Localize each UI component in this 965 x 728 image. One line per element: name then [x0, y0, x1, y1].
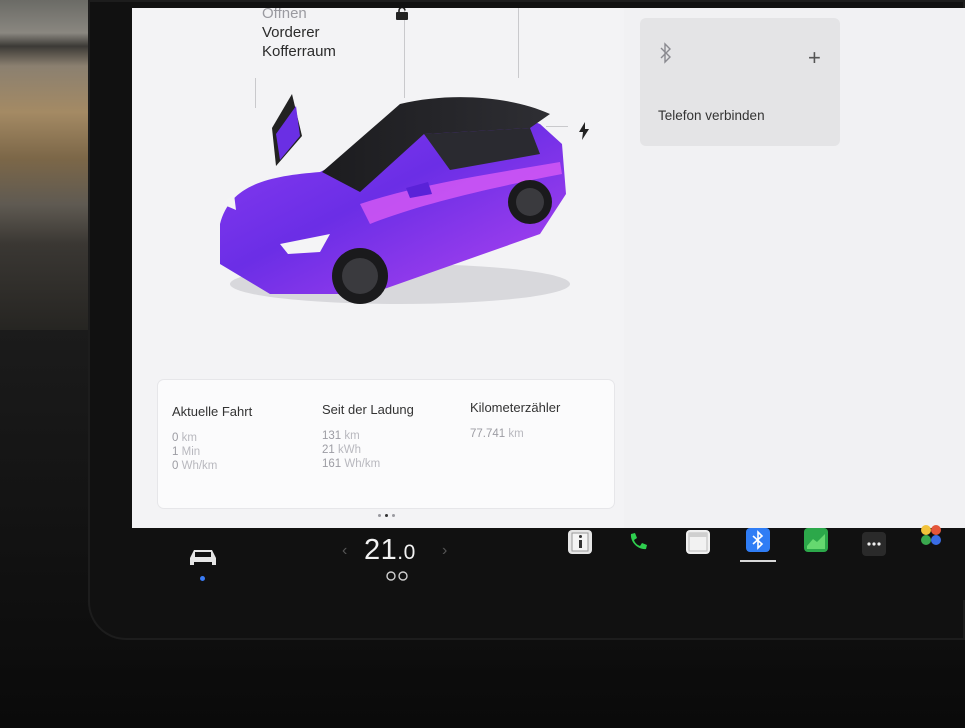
- lock-icon[interactable]: [395, 8, 409, 20]
- open-frunk-button[interactable]: Öffnen Vorderer Kofferraum: [262, 8, 336, 61]
- temp-increase-button[interactable]: ›: [442, 542, 447, 560]
- bluetooth-icon: [660, 42, 671, 64]
- temp-decimal: .0: [397, 541, 416, 564]
- since-charge-energy: 21: [322, 444, 335, 456]
- current-trip-energy: 0: [172, 460, 179, 472]
- frunk-label-line2: Kofferraum: [262, 43, 336, 60]
- temp-decrease-button[interactable]: ‹: [342, 542, 347, 560]
- since-charge-efficiency-unit: Wh/km: [344, 458, 381, 470]
- taskbar: ‹ 21.0 ›: [132, 525, 965, 600]
- current-trip-duration-unit: Min: [181, 446, 201, 458]
- since-charge-distance: 131: [322, 430, 342, 442]
- trip-stats-card[interactable]: Aktuelle Fahrt 0 km 1 Min 0 Wh/km Seit d…: [158, 380, 614, 508]
- since-charge-column: Seit der Ladung 131 km 21 kWh 161 Wh/km: [322, 402, 414, 471]
- phone-app-icon[interactable]: [626, 530, 650, 554]
- temp-whole: 21: [364, 534, 398, 566]
- energy-app-icon[interactable]: [804, 528, 828, 552]
- more-app-icon[interactable]: [862, 532, 886, 556]
- since-charge-energy-unit: kWh: [338, 444, 361, 456]
- calendar-app-icon[interactable]: [686, 530, 710, 554]
- current-trip-distance-unit: km: [181, 432, 197, 444]
- charge-port-icon[interactable]: [578, 122, 590, 140]
- connect-phone-label: Telefon verbinden: [658, 108, 765, 123]
- since-charge-distance-unit: km: [344, 430, 360, 442]
- touchscreen: Öffnen Vorderer Kofferraum Aktuelle Fahr…: [132, 8, 965, 528]
- car-model-image: [220, 94, 570, 304]
- cabin-temperature: 21.0: [364, 534, 416, 567]
- toybox-app-icon[interactable]: [918, 522, 942, 546]
- page-indicator[interactable]: [376, 504, 397, 522]
- right-panel: + Telefon verbinden: [624, 8, 965, 528]
- current-trip-title: Aktuelle Fahrt: [172, 404, 253, 419]
- current-trip-column: Aktuelle Fahrt 0 km 1 Min 0 Wh/km: [172, 404, 252, 473]
- since-charge-efficiency: 161: [322, 458, 342, 470]
- current-trip-duration: 1: [172, 446, 179, 458]
- connect-phone-card[interactable]: + Telefon verbinden: [640, 18, 840, 146]
- frunk-label-open: Öffnen: [262, 8, 307, 22]
- seat-heater-icon[interactable]: [384, 570, 410, 582]
- odometer-unit: km: [508, 428, 524, 440]
- active-app-underline: [740, 560, 776, 562]
- car-panel: Öffnen Vorderer Kofferraum Aktuelle Fahr…: [132, 8, 625, 528]
- since-charge-title: Seit der Ladung: [322, 402, 414, 417]
- odometer-value: 77.741: [470, 428, 506, 440]
- dashboard-trim: [0, 0, 95, 330]
- car-icon[interactable]: [186, 546, 220, 568]
- odometer-column: Kilometerzähler 77.741 km: [470, 400, 560, 441]
- odometer-title: Kilometerzähler: [470, 400, 561, 415]
- bluetooth-app-icon[interactable]: [746, 528, 770, 552]
- current-trip-distance: 0: [172, 432, 179, 444]
- climate-control[interactable]: ‹ 21.0 ›: [342, 532, 452, 592]
- current-trip-energy-unit: Wh/km: [181, 460, 218, 472]
- manual-app-icon[interactable]: [568, 530, 592, 554]
- frunk-label-line1: Vorderer: [262, 24, 320, 41]
- active-indicator-dot: [200, 576, 205, 581]
- add-phone-button[interactable]: +: [808, 47, 821, 69]
